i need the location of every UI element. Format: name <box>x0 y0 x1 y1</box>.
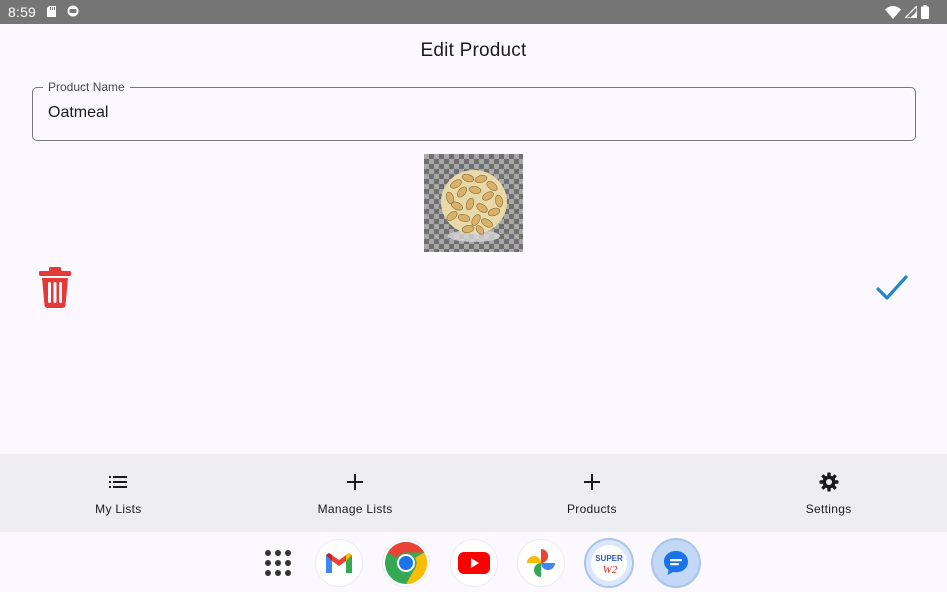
cell-signal-icon <box>905 6 917 18</box>
product-name-label: Product Name <box>43 80 130 94</box>
gmail-icon <box>326 553 352 573</box>
youtube-app[interactable] <box>451 540 497 586</box>
page-title: Edit Product <box>420 40 527 61</box>
messages-icon <box>664 551 688 575</box>
gmail-app[interactable] <box>316 540 362 586</box>
app-drawer-button[interactable] <box>256 541 300 585</box>
launcher-dock: SUPER W2 <box>0 532 947 592</box>
oatmeal-image <box>441 170 507 242</box>
photos-app[interactable] <box>518 540 564 586</box>
save-button[interactable] <box>874 272 910 304</box>
nav-item-settings[interactable]: Settings <box>710 454 947 532</box>
plus-icon <box>347 474 364 490</box>
gear-icon <box>819 472 839 492</box>
app-notification-icon <box>67 5 79 17</box>
photos-icon <box>527 549 555 577</box>
super-w2-icon: SUPER W2 <box>591 545 627 581</box>
plus-icon <box>583 474 600 490</box>
nav-item-manage-lists[interactable]: Manage Lists <box>237 454 474 532</box>
grid-icon <box>265 550 291 576</box>
product-name-field[interactable]: Product Name <box>32 80 916 141</box>
nav-item-my-lists[interactable]: My Lists <box>0 454 237 532</box>
bottom-navigation: My Lists Manage Lists Products Settings <box>0 454 947 532</box>
nav-label: Settings <box>805 502 852 516</box>
super-w2-app[interactable]: SUPER W2 <box>586 540 632 586</box>
nav-item-products[interactable]: Products <box>474 454 711 532</box>
check-icon <box>876 275 908 300</box>
super-text: SUPER <box>595 554 623 563</box>
list-icon <box>109 476 128 488</box>
nav-label: Manage Lists <box>317 502 393 516</box>
nav-label: Products <box>566 502 617 516</box>
wifi-icon <box>885 5 901 19</box>
nav-label: My Lists <box>95 502 142 516</box>
status-indicators <box>885 5 929 19</box>
sd-card-icon <box>47 6 56 17</box>
w2-text: W2 <box>603 564 618 576</box>
youtube-icon <box>458 552 490 574</box>
messages-app[interactable] <box>653 540 699 586</box>
status-bar: 8:59 <box>0 0 947 24</box>
chrome-app[interactable] <box>383 540 429 586</box>
chrome-icon <box>385 542 428 584</box>
delete-button[interactable] <box>37 266 73 308</box>
product-name-input[interactable] <box>48 104 888 122</box>
product-image[interactable] <box>424 154 523 252</box>
trash-icon <box>39 267 71 308</box>
battery-icon <box>921 5 929 19</box>
status-time: 8:59 <box>8 4 37 20</box>
